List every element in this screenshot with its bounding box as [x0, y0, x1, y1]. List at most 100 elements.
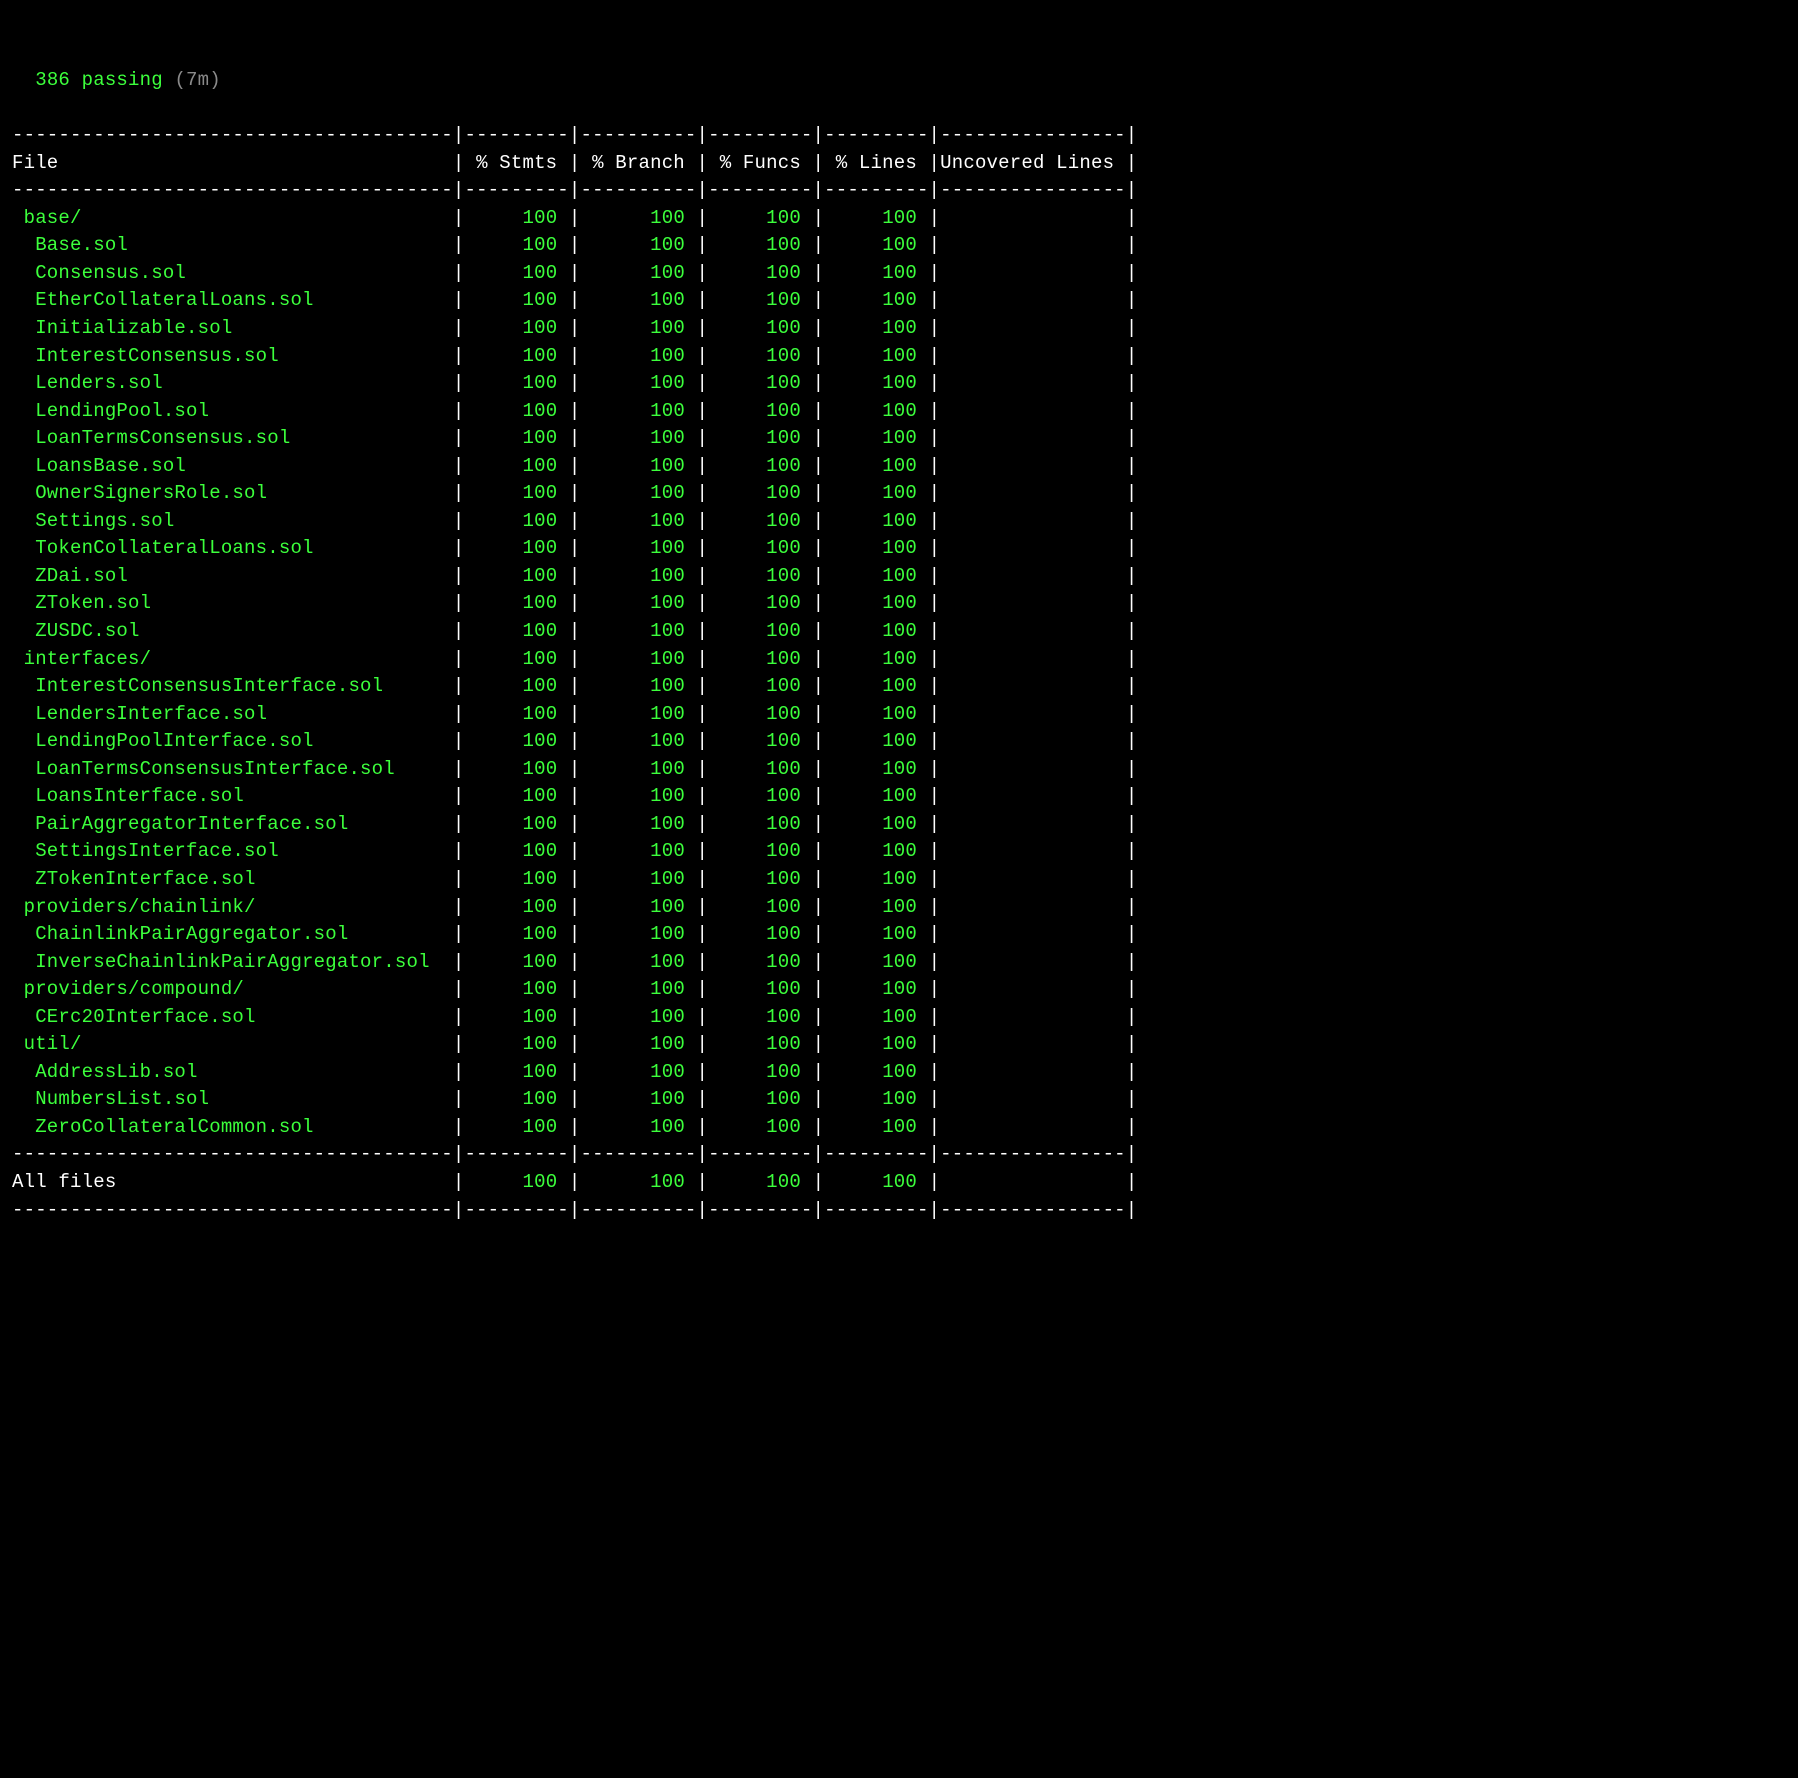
coverage-value: 100 [581, 923, 697, 945]
coverage-value: 100 [708, 840, 812, 862]
coverage-value: 100 [824, 951, 928, 973]
coverage-value: 100 [824, 675, 928, 697]
coverage-file: CErc20Interface.sol [12, 1006, 453, 1028]
table-row: Settings.sol | 100 | 100 | 100 | 100 | | [12, 510, 1137, 532]
table-row: providers/chainlink/ | 100 | 100 | 100 |… [12, 896, 1137, 918]
coverage-value: 100 [708, 400, 812, 422]
coverage-file: providers/compound/ [12, 978, 453, 1000]
coverage-value: 100 [708, 978, 812, 1000]
footer-row: All files | 100 | 100 | 100 | 100 | | [12, 1171, 1137, 1193]
coverage-file: ZTokenInterface.sol [12, 868, 453, 890]
coverage-value: 100 [708, 372, 812, 394]
coverage-value: 100 [581, 951, 697, 973]
table-row: Base.sol | 100 | 100 | 100 | 100 | | [12, 234, 1137, 256]
table-row: LendersInterface.sol | 100 | 100 | 100 |… [12, 703, 1137, 725]
table-row: InverseChainlinkPairAggregator.sol | 100… [12, 951, 1137, 973]
coverage-value: 100 [708, 730, 812, 752]
coverage-file: AddressLib.sol [12, 1061, 453, 1083]
table-header: File | % Stmts | % Branch | % Funcs | % … [12, 152, 1137, 174]
coverage-value: 100 [581, 289, 697, 311]
coverage-file: OwnerSignersRole.sol [12, 482, 453, 504]
coverage-value: 100 [824, 455, 928, 477]
coverage-file: Consensus.sol [12, 262, 453, 284]
table-row: Consensus.sol | 100 | 100 | 100 | 100 | … [12, 262, 1137, 284]
coverage-file: LoanTermsConsensus.sol [12, 427, 453, 449]
coverage-value: 100 [581, 1061, 697, 1083]
coverage-value: 100 [464, 868, 568, 890]
table-row: PairAggregatorInterface.sol | 100 | 100 … [12, 813, 1137, 835]
terminal-output: 386 passing (7m) -----------------------… [12, 67, 1786, 1224]
coverage-value: 100 [708, 592, 812, 614]
coverage-value: 100 [464, 840, 568, 862]
coverage-value: 100 [708, 482, 812, 504]
coverage-value: 100 [581, 207, 697, 229]
coverage-value: 100 [708, 1171, 812, 1193]
coverage-value: 100 [464, 1061, 568, 1083]
table-row: OwnerSignersRole.sol | 100 | 100 | 100 |… [12, 482, 1137, 504]
coverage-value: 100 [824, 813, 928, 835]
coverage-value: 100 [581, 620, 697, 642]
coverage-value: 100 [708, 427, 812, 449]
coverage-value: 100 [581, 813, 697, 835]
coverage-value: 100 [464, 510, 568, 532]
coverage-value: 100 [708, 1006, 812, 1028]
coverage-value: 100 [708, 289, 812, 311]
coverage-value: 100 [581, 896, 697, 918]
coverage-value: 100 [581, 730, 697, 752]
coverage-file: util/ [12, 1033, 453, 1055]
coverage-value: 100 [464, 262, 568, 284]
coverage-value: 100 [708, 813, 812, 835]
coverage-file: ChainlinkPairAggregator.sol [12, 923, 453, 945]
coverage-value: 100 [464, 813, 568, 835]
table-row: ZTokenInterface.sol | 100 | 100 | 100 | … [12, 868, 1137, 890]
coverage-file: Initializable.sol [12, 317, 453, 339]
coverage-value: 100 [824, 648, 928, 670]
coverage-value: 100 [464, 1116, 568, 1138]
coverage-value: 100 [581, 372, 697, 394]
table-row: AddressLib.sol | 100 | 100 | 100 | 100 |… [12, 1061, 1137, 1083]
coverage-value: 100 [708, 1116, 812, 1138]
coverage-value: 100 [464, 565, 568, 587]
table-row: CErc20Interface.sol | 100 | 100 | 100 | … [12, 1006, 1137, 1028]
coverage-value: 100 [464, 785, 568, 807]
table-row: InterestConsensus.sol | 100 | 100 | 100 … [12, 345, 1137, 367]
coverage-file: LoansInterface.sol [12, 785, 453, 807]
table-row: ZToken.sol | 100 | 100 | 100 | 100 | | [12, 592, 1137, 614]
coverage-value: 100 [581, 510, 697, 532]
coverage-value: 100 [464, 1033, 568, 1055]
coverage-value: 100 [708, 1033, 812, 1055]
coverage-value: 100 [581, 400, 697, 422]
coverage-value: 100 [708, 565, 812, 587]
coverage-value: 100 [464, 1171, 568, 1193]
coverage-file: base/ [12, 207, 453, 229]
coverage-value: 100 [464, 537, 568, 559]
coverage-value: 100 [824, 1033, 928, 1055]
table-row: ZDai.sol | 100 | 100 | 100 | 100 | | [12, 565, 1137, 587]
coverage-file: InverseChainlinkPairAggregator.sol [12, 951, 453, 973]
coverage-value: 100 [824, 703, 928, 725]
table-row: LoanTermsConsensus.sol | 100 | 100 | 100… [12, 427, 1137, 449]
coverage-value: 100 [581, 345, 697, 367]
coverage-value: 100 [464, 234, 568, 256]
coverage-value: 100 [464, 592, 568, 614]
table-row: interfaces/ | 100 | 100 | 100 | 100 | | [12, 648, 1137, 670]
coverage-value: 100 [464, 455, 568, 477]
coverage-value: 100 [464, 1006, 568, 1028]
coverage-value: 100 [708, 262, 812, 284]
coverage-file: LoansBase.sol [12, 455, 453, 477]
coverage-value: 100 [581, 482, 697, 504]
coverage-value: 100 [824, 1006, 928, 1028]
coverage-value: 100 [581, 785, 697, 807]
table-row: ZeroCollateralCommon.sol | 100 | 100 | 1… [12, 1116, 1137, 1138]
coverage-file: ZToken.sol [12, 592, 453, 614]
table-row: ZUSDC.sol | 100 | 100 | 100 | 100 | | [12, 620, 1137, 642]
coverage-value: 100 [824, 978, 928, 1000]
coverage-file: InterestConsensus.sol [12, 345, 453, 367]
coverage-value: 100 [708, 510, 812, 532]
coverage-value: 100 [824, 785, 928, 807]
coverage-value: 100 [464, 730, 568, 752]
coverage-file: interfaces/ [12, 648, 453, 670]
coverage-value: 100 [708, 758, 812, 780]
coverage-value: 100 [824, 868, 928, 890]
coverage-value: 100 [464, 620, 568, 642]
